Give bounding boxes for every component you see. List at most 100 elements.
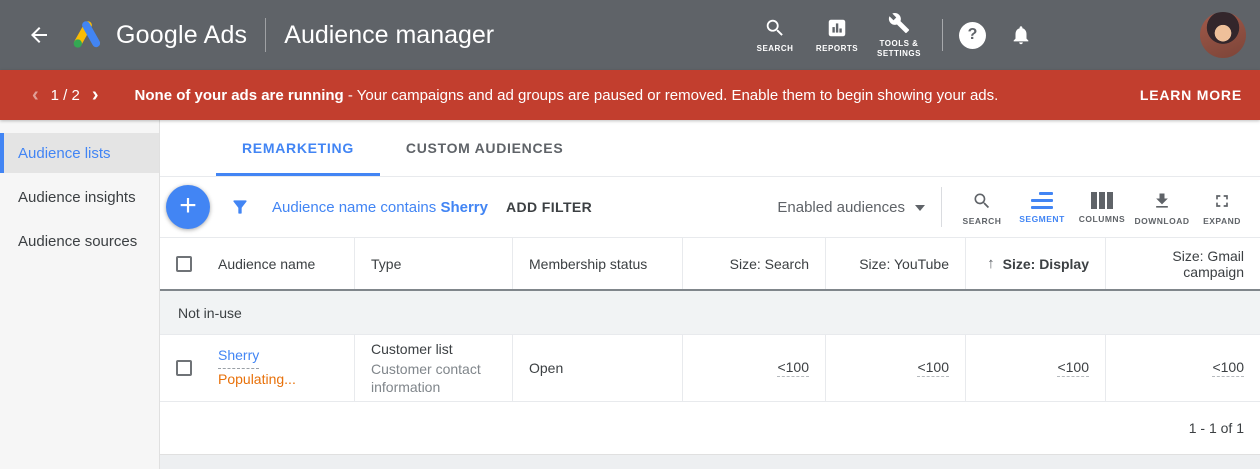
column-header-size-display[interactable]: Size: Display — [966, 238, 1106, 289]
sort-ascending-icon — [987, 255, 995, 272]
nav-search-button[interactable]: SEARCH — [744, 17, 806, 54]
column-header-size-youtube[interactable]: Size: YouTube — [826, 238, 966, 289]
bell-icon — [1010, 24, 1032, 46]
group-label: Not in-use — [178, 305, 242, 321]
select-all-checkbox[interactable] — [176, 256, 192, 272]
nav-tools-settings-button[interactable]: TOOLS & SETTINGS — [868, 12, 930, 59]
tab-label: CUSTOM AUDIENCES — [406, 140, 563, 156]
enabled-audiences-label: Enabled audiences — [777, 199, 905, 216]
cell-audience-name: Sherry Populating... — [160, 335, 355, 401]
toolbar-right: Enabled audiences SEARCH SEGMENT C — [777, 187, 1252, 227]
sidebar-item-audience-insights[interactable]: Audience insights — [0, 177, 159, 217]
enabled-audiences-dropdown[interactable]: Enabled audiences — [777, 199, 925, 216]
google-ads-logo-icon — [68, 16, 106, 54]
toolbar-search-label: SEARCH — [963, 216, 1002, 226]
column-header-size-gmail-campaign[interactable]: Size: Gmail campaign — [1106, 238, 1260, 289]
sidebar-item-label: Audience sources — [18, 233, 137, 250]
column-label: Size: Display — [1003, 256, 1089, 272]
segment-icon — [1031, 192, 1053, 209]
nav-tools-settings-label: TOOLS & SETTINGS — [871, 39, 927, 59]
table-toolbar: Audience name contains Sherry ADD FILTER… — [160, 177, 1260, 238]
nav-reports-label: REPORTS — [809, 44, 865, 54]
nav-search-label: SEARCH — [747, 44, 803, 54]
banner-pager: 1 / 2 — [26, 85, 105, 105]
reports-icon — [826, 17, 848, 39]
size-youtube-value: <100 — [917, 359, 949, 377]
table-row: Sherry Populating... Customer list Custo… — [160, 335, 1260, 402]
columns-icon — [1091, 192, 1113, 209]
pager-previous-icon[interactable] — [26, 85, 45, 105]
tab-custom-audiences[interactable]: CUSTOM AUDIENCES — [380, 120, 589, 176]
toolbar-columns-label: COLUMNS — [1079, 214, 1125, 224]
column-label: Size: YouTube — [859, 256, 949, 272]
google-ads-logo[interactable]: Google Ads — [68, 16, 247, 54]
learn-more-link[interactable]: LEARN MORE — [1140, 87, 1244, 103]
toolbar-expand-button[interactable]: EXPAND — [1192, 189, 1252, 226]
table-group-row: Not in-use — [160, 291, 1260, 335]
expand-icon — [1212, 191, 1232, 211]
toolbar-segment-button[interactable]: SEGMENT — [1012, 190, 1072, 224]
pager-count: 1 / 2 — [51, 87, 80, 104]
column-header-audience-name[interactable]: Audience name — [160, 238, 355, 289]
tab-remarketing[interactable]: REMARKETING — [216, 120, 380, 176]
nav-reports-button[interactable]: REPORTS — [806, 17, 868, 54]
column-header-membership-status[interactable]: Membership status — [513, 238, 683, 289]
filter-chip-value: Sherry — [440, 199, 488, 216]
column-label: Size: Search — [730, 256, 809, 272]
pager-next-icon[interactable] — [86, 85, 105, 105]
column-label: Type — [371, 256, 401, 272]
cell-size-youtube: <100 — [826, 335, 966, 401]
title-divider — [265, 18, 266, 52]
sidebar-item-audience-lists[interactable]: Audience lists — [0, 133, 159, 173]
toolbar-columns-button[interactable]: COLUMNS — [1072, 190, 1132, 224]
audience-name-link[interactable]: Sherry — [218, 345, 259, 369]
content-area: Audience lists Audience insights Audienc… — [0, 120, 1260, 469]
top-bar: Google Ads Audience manager SEARCH REPOR… — [0, 0, 1260, 70]
size-display-value: <100 — [1057, 359, 1089, 377]
wrench-icon — [888, 12, 910, 34]
toolbar-divider — [941, 187, 942, 227]
cell-size-search: <100 — [683, 335, 826, 401]
notifications-button[interactable] — [1010, 24, 1032, 46]
bottom-strip — [160, 455, 1260, 469]
filter-button[interactable] — [230, 197, 250, 217]
search-icon — [972, 191, 992, 211]
type-value: Customer list — [371, 340, 496, 358]
chevron-down-icon — [915, 205, 925, 211]
membership-status-value: Open — [529, 360, 563, 376]
sidebar-item-label: Audience insights — [18, 189, 136, 206]
sidebar-item-audience-sources[interactable]: Audience sources — [0, 221, 159, 261]
add-filter-button[interactable]: ADD FILTER — [506, 199, 592, 215]
page-title: Audience manager — [284, 21, 494, 50]
notification-banner: 1 / 2 None of your ads are running - You… — [0, 70, 1260, 120]
table-footer: 1 - 1 of 1 — [160, 402, 1260, 455]
cell-membership-status: Open — [513, 335, 683, 401]
active-filter-chip[interactable]: Audience name contains Sherry — [272, 199, 488, 216]
toolbar-download-label: DOWNLOAD — [1135, 216, 1190, 226]
cell-size-display: <100 — [966, 335, 1106, 401]
download-icon — [1152, 191, 1172, 211]
cell-type: Customer list Customer contact informati… — [355, 335, 513, 401]
sidebar: Audience lists Audience insights Audienc… — [0, 120, 160, 469]
size-gmail-value: <100 — [1212, 359, 1244, 377]
avatar[interactable] — [1200, 12, 1246, 58]
column-label: Audience name — [218, 256, 315, 272]
column-label: Size: Gmail campaign — [1122, 248, 1244, 280]
banner-message-bold: None of your ads are running — [135, 87, 344, 104]
row-checkbox[interactable] — [176, 360, 192, 376]
type-block: Customer list Customer contact informati… — [371, 340, 496, 397]
filter-chip-prefix: Audience name contains — [272, 199, 436, 216]
toolbar-search-button[interactable]: SEARCH — [952, 189, 1012, 226]
column-header-size-search[interactable]: Size: Search — [683, 238, 826, 289]
column-header-type[interactable]: Type — [355, 238, 513, 289]
add-audience-button[interactable] — [166, 185, 210, 229]
tab-bar: REMARKETING CUSTOM AUDIENCES — [160, 120, 1260, 177]
back-button[interactable] — [22, 18, 56, 52]
topbar-icon-divider — [942, 19, 943, 51]
toolbar-download-button[interactable]: DOWNLOAD — [1132, 189, 1192, 226]
cell-size-gmail: <100 — [1106, 335, 1260, 401]
main-panel: REMARKETING CUSTOM AUDIENCES Audience na… — [160, 120, 1260, 469]
populating-status: Populating... — [218, 369, 296, 391]
topbar-actions: SEARCH REPORTS TOOLS & SETTINGS — [744, 12, 1260, 59]
help-button[interactable] — [959, 22, 986, 49]
